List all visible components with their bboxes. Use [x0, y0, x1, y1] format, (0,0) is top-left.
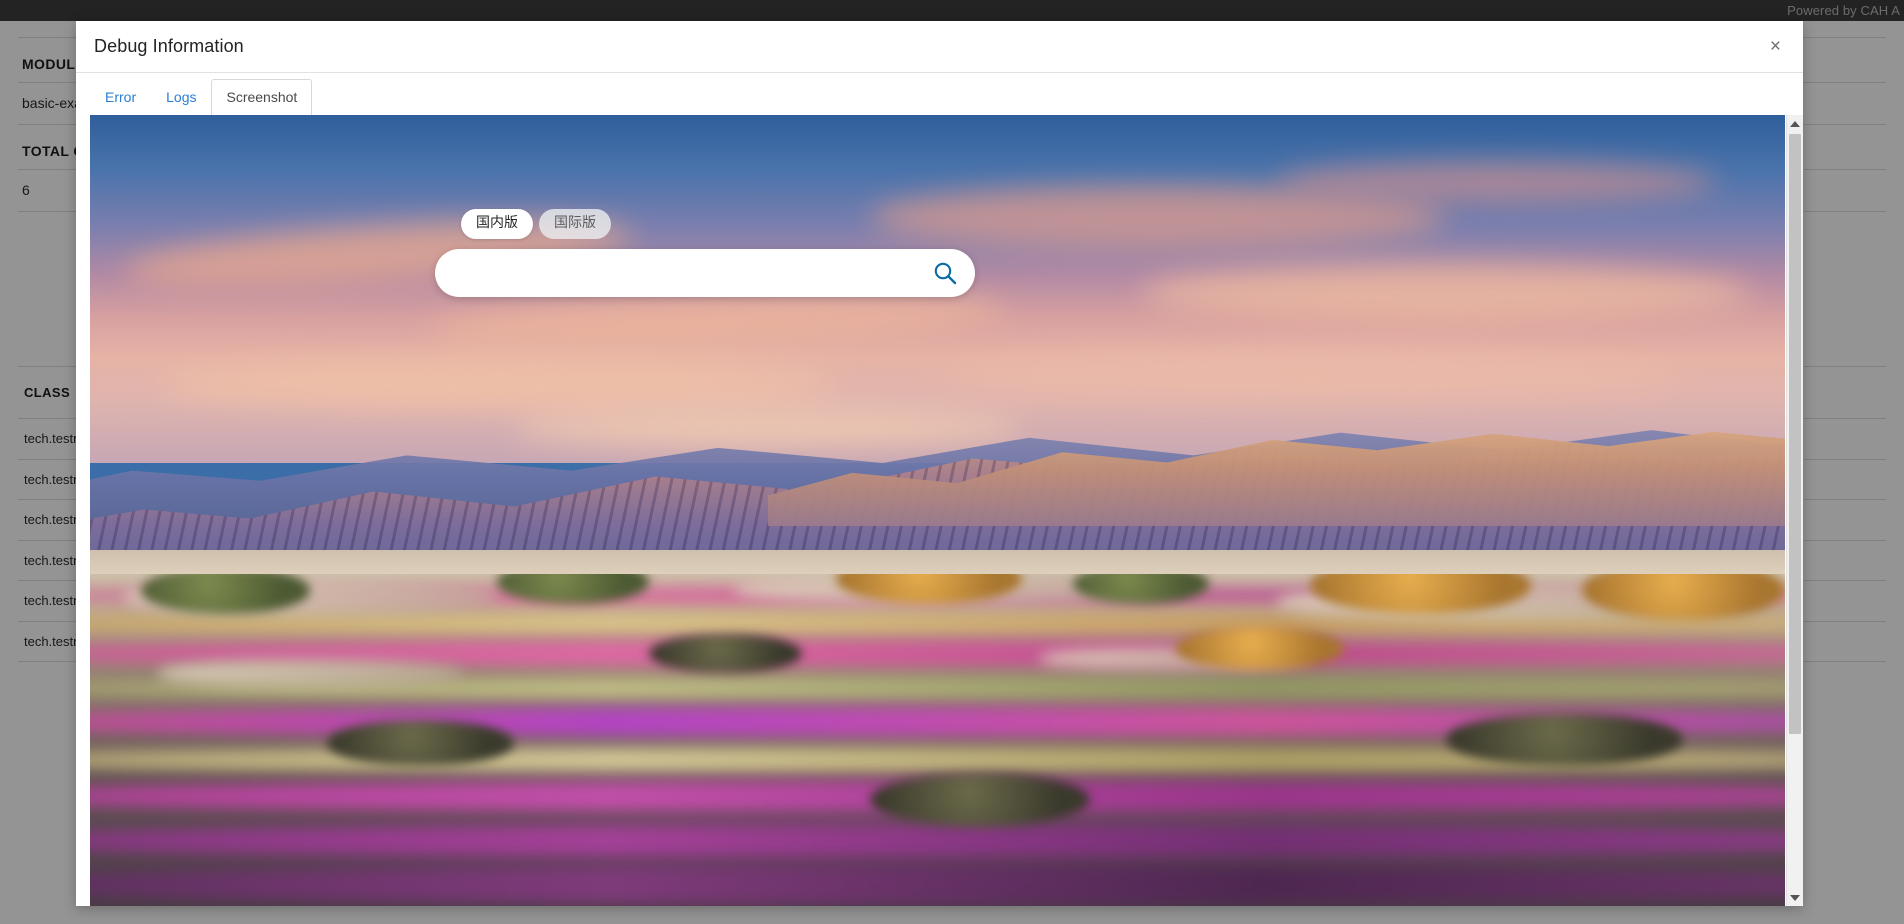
cloud: [513, 407, 1023, 448]
scroll-up-icon[interactable]: [1787, 115, 1803, 132]
cloud: [157, 360, 836, 408]
cloud: [1276, 162, 1718, 202]
flower-band: [90, 862, 1785, 906]
flower-band: [90, 822, 1785, 860]
desert-bush: [1174, 626, 1345, 671]
sand-patch: [157, 660, 463, 687]
cloud: [937, 352, 1684, 400]
page-title: Debug Information: [94, 36, 244, 56]
version-tab-domestic[interactable]: 国内版: [461, 209, 533, 239]
search-icon[interactable]: [923, 253, 967, 293]
screenshot-viewport: 国内版 国际版: [90, 115, 1785, 906]
screenshot-image: 国内版 国际版: [90, 115, 1785, 906]
bloom-bands: [90, 573, 1785, 906]
version-tab-international[interactable]: 国际版: [539, 209, 611, 239]
search-input[interactable]: [457, 248, 923, 297]
scroll-down-icon[interactable]: [1787, 889, 1803, 906]
modal-body: Error Logs Screenshot 国内版 国际版: [76, 73, 1803, 906]
debug-information-dialog: Debug Information × Error Logs Screensho…: [76, 21, 1803, 906]
desert-bush: [869, 773, 1091, 827]
tab-error[interactable]: Error: [90, 79, 151, 115]
version-toggle-group: 国内版 国际版: [435, 209, 975, 239]
desert-bush: [649, 633, 802, 674]
modal-header: Debug Information ×: [76, 21, 1803, 73]
tab-bar: Error Logs Screenshot: [76, 73, 1803, 115]
search-portal-ui: 国内版 国际版: [435, 209, 975, 297]
scrollbar-thumb[interactable]: [1789, 134, 1801, 734]
tab-screenshot[interactable]: Screenshot: [211, 79, 313, 115]
tab-logs[interactable]: Logs: [151, 79, 211, 115]
cloud: [1140, 265, 1752, 321]
close-icon[interactable]: ×: [1766, 35, 1785, 58]
search-bar[interactable]: [435, 248, 975, 297]
wildflower-field: [90, 573, 1785, 906]
modal-scrollbar[interactable]: [1786, 115, 1803, 906]
desert-bush: [327, 719, 514, 767]
